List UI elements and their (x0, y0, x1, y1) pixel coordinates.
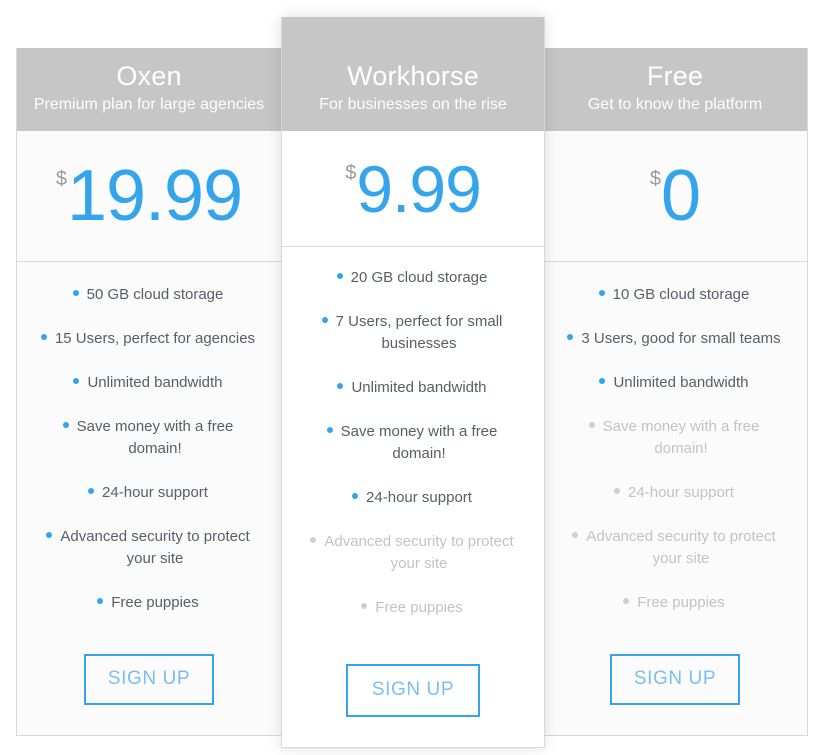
feature-label: Free puppies (111, 594, 199, 611)
bullet-icon (567, 334, 574, 341)
bullet-icon (572, 532, 579, 539)
bullet-icon (337, 383, 344, 390)
list-item: Advanced security to protect your site (17, 526, 281, 570)
currency-symbol: $ (55, 168, 67, 190)
bullet-icon (588, 422, 595, 429)
bullet-icon (321, 317, 328, 324)
feature-label: 3 Users, good for small teams (581, 330, 781, 347)
bullet-icon (361, 603, 368, 610)
list-item: Save money with a free domain! (543, 416, 807, 460)
bullet-icon (73, 378, 80, 385)
plan-price: $19.99 (17, 131, 281, 262)
bullet-icon (46, 532, 53, 539)
bullet-icon (599, 378, 606, 385)
signup-wrap: SIGN UP (543, 648, 807, 735)
plan-name: Workhorse (347, 61, 479, 91)
bullet-icon (352, 493, 359, 500)
feature-label: Save money with a free domain! (76, 418, 234, 457)
feature-label: Unlimited bandwidth (613, 374, 749, 391)
feature-label: 24-hour support (366, 489, 472, 506)
feature-label: 7 Users, perfect for small businesses (335, 313, 503, 352)
feature-list: 20 GB cloud storage 7 Users, perfect for… (282, 247, 544, 658)
price-amount: 19.99 (66, 156, 243, 236)
list-item: Unlimited bandwidth (282, 377, 544, 399)
pricing-table: Oxen Premium plan for large agencies $19… (0, 0, 824, 755)
currency-symbol: $ (649, 168, 662, 190)
sign-up-button[interactable]: SIGN UP (345, 664, 481, 717)
card-header: Workhorse For businesses on the rise (282, 17, 544, 131)
plan-name: Oxen (116, 61, 182, 91)
feature-list: 50 GB cloud storage 15 Users, perfect fo… (17, 262, 281, 648)
plan-price: $9.99 (282, 131, 544, 247)
feature-label: Free puppies (637, 594, 725, 611)
price-amount: 9.99 (356, 151, 481, 226)
bullet-icon (336, 273, 343, 280)
list-item: Free puppies (17, 592, 281, 614)
list-item: 50 GB cloud storage (17, 284, 281, 306)
feature-label: 24-hour support (628, 484, 734, 501)
plan-tagline: For businesses on the rise (319, 96, 507, 113)
card-header: Oxen Premium plan for large agencies (17, 48, 281, 131)
bullet-icon (40, 334, 47, 341)
list-item: 24-hour support (543, 482, 807, 504)
list-item: 20 GB cloud storage (282, 267, 544, 289)
sign-up-button[interactable]: SIGN UP (609, 654, 741, 705)
feature-label: 50 GB cloud storage (86, 286, 224, 303)
list-item: Free puppies (543, 592, 807, 614)
pricing-card-workhorse[interactable]: Workhorse For businesses on the rise $9.… (281, 17, 545, 748)
list-item: 24-hour support (282, 487, 544, 509)
bullet-icon (72, 290, 79, 297)
signup-wrap: SIGN UP (17, 648, 281, 735)
list-item: Free puppies (282, 597, 544, 619)
list-item: Advanced security to protect your site (543, 526, 807, 570)
feature-label: 15 Users, perfect for agencies (54, 330, 256, 347)
bullet-icon (62, 422, 69, 429)
price-amount: 0 (661, 156, 701, 236)
list-item: 3 Users, good for small teams (543, 328, 807, 350)
list-item: 7 Users, perfect for small businesses (282, 311, 544, 355)
bullet-icon (598, 290, 605, 297)
bullet-icon (326, 427, 333, 434)
pricing-card-free[interactable]: Free Get to know the platform $0 10 GB c… (542, 48, 808, 736)
feature-label: Advanced security to protect your site (60, 528, 250, 567)
feature-label: Advanced security to protect your site (324, 533, 514, 572)
card-header: Free Get to know the platform (543, 48, 807, 131)
bullet-icon (88, 488, 95, 495)
bullet-icon (97, 598, 104, 605)
feature-label: Unlimited bandwidth (87, 374, 223, 391)
plan-tagline: Get to know the platform (587, 96, 763, 113)
plan-name: Free (646, 61, 704, 91)
currency-symbol: $ (345, 161, 357, 184)
feature-list: 10 GB cloud storage 3 Users, good for sm… (543, 262, 807, 648)
sign-up-button[interactable]: SIGN UP (83, 654, 215, 705)
feature-label: 20 GB cloud storage (350, 269, 488, 286)
list-item: Unlimited bandwidth (17, 372, 281, 394)
feature-label: Unlimited bandwidth (351, 379, 487, 396)
plan-tagline: Premium plan for large agencies (33, 96, 265, 113)
pricing-card-oxen[interactable]: Oxen Premium plan for large agencies $19… (16, 48, 282, 736)
signup-wrap: SIGN UP (282, 658, 544, 747)
feature-label: Advanced security to protect your site (586, 528, 776, 567)
feature-label: 24-hour support (102, 484, 208, 501)
plan-price: $0 (543, 131, 807, 262)
bullet-icon (623, 598, 630, 605)
list-item: Save money with a free domain! (282, 421, 544, 465)
list-item: Save money with a free domain! (17, 416, 281, 460)
list-item: 10 GB cloud storage (543, 284, 807, 306)
list-item: 24-hour support (17, 482, 281, 504)
list-item: Unlimited bandwidth (543, 372, 807, 394)
bullet-icon (310, 537, 317, 544)
bullet-icon (614, 488, 621, 495)
list-item: Advanced security to protect your site (282, 531, 544, 575)
feature-label: Free puppies (375, 599, 463, 616)
feature-label: Save money with a free domain! (340, 423, 498, 462)
feature-label: 10 GB cloud storage (612, 286, 750, 303)
feature-label: Save money with a free domain! (602, 418, 760, 457)
list-item: 15 Users, perfect for agencies (17, 328, 281, 350)
